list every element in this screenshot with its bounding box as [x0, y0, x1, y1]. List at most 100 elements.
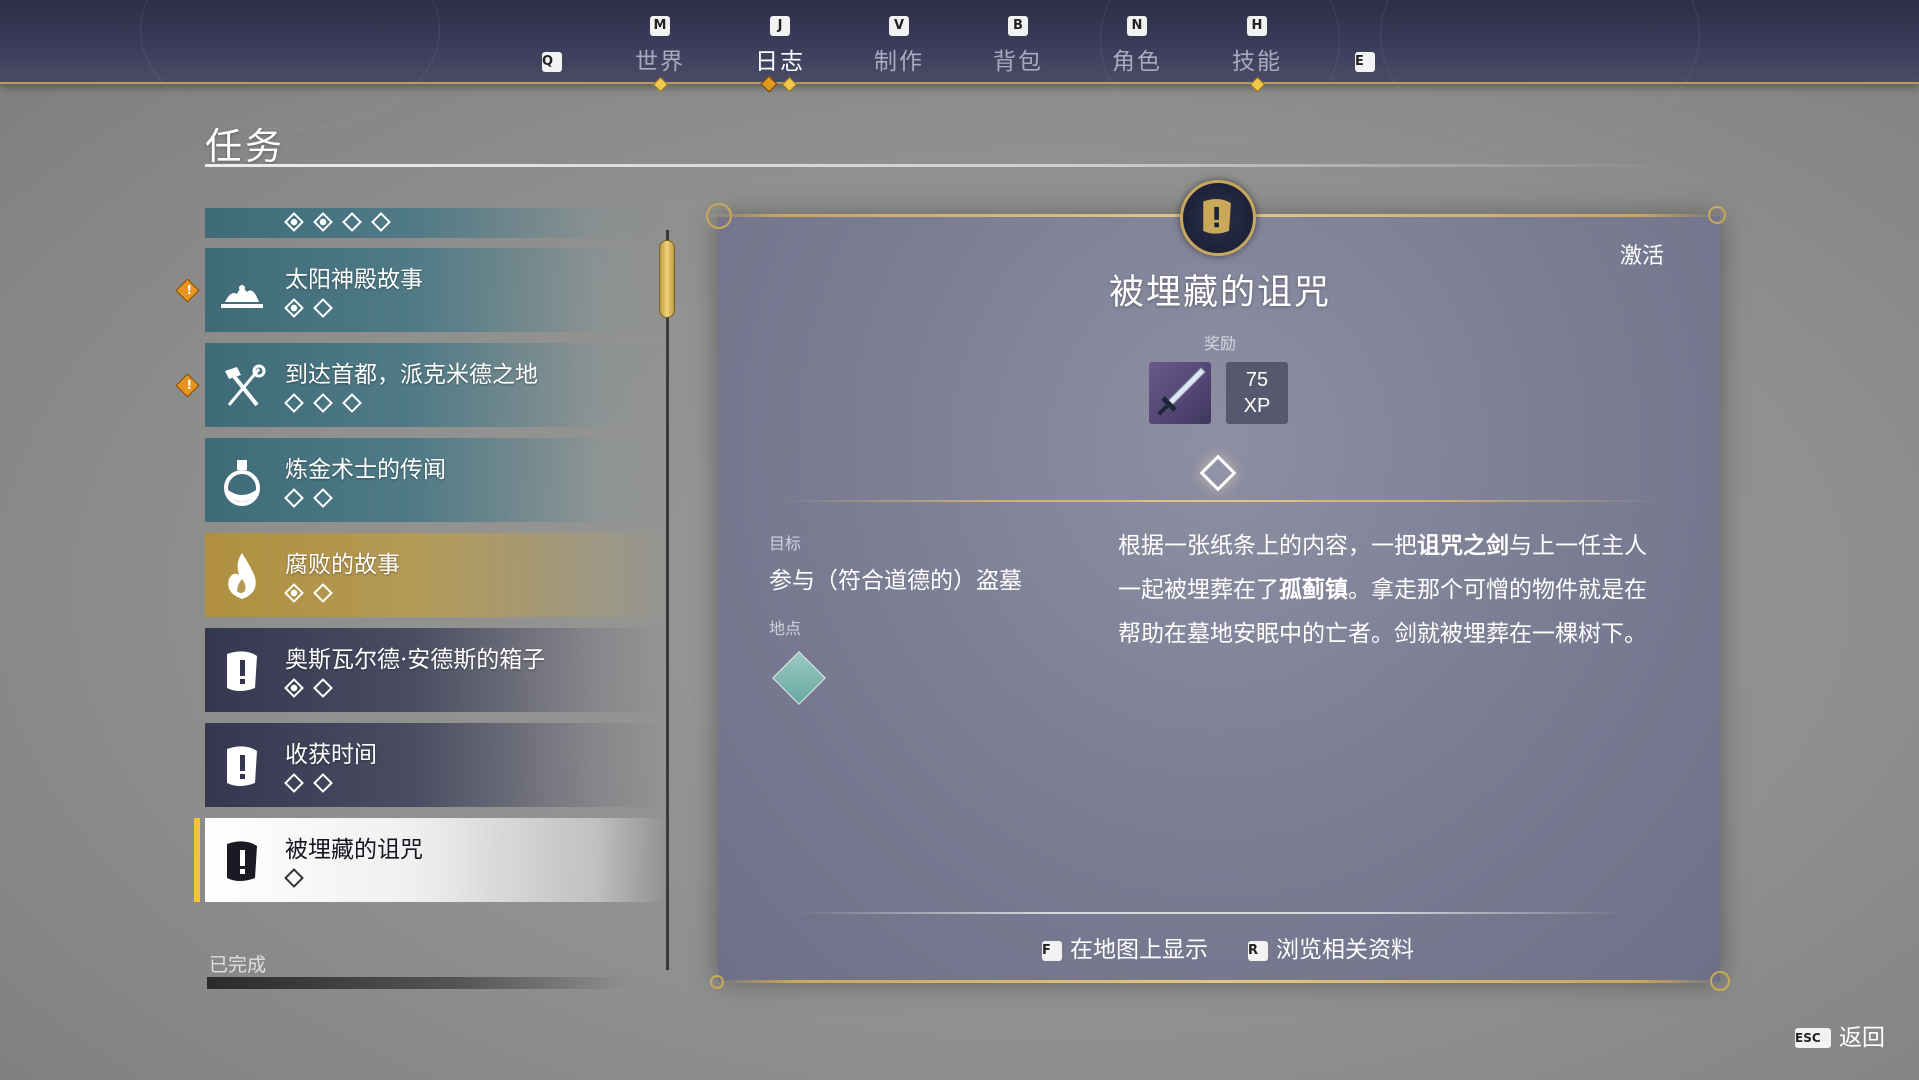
scrollbar-track[interactable] [666, 230, 669, 970]
highlight-item: 诅咒之剑 [1417, 532, 1509, 559]
action-label: 在地图上显示 [1070, 937, 1208, 963]
scroll-alert-icon [227, 841, 257, 881]
objective-diamonds [284, 298, 345, 318]
quest-item-partial[interactable] [205, 208, 665, 238]
quest-item[interactable]: 腐败的故事 [205, 533, 665, 617]
objective-diamonds [284, 488, 345, 508]
quest-name: 收获时间 [285, 742, 377, 768]
objective-diamond-icon [284, 773, 304, 793]
tab-character[interactable]: N 角色 [1092, 14, 1182, 84]
objective-label: 目标 [769, 534, 802, 553]
quest-name: 腐败的故事 [285, 552, 400, 578]
back-label: 返回 [1839, 1025, 1885, 1051]
objective-diamond-icon [342, 393, 362, 413]
objective-diamond-icon [284, 393, 304, 413]
alert-diamond-icon: ! [175, 278, 200, 303]
nav-prev-button[interactable]: Q [542, 50, 562, 72]
objective-diamond-icon [284, 298, 304, 318]
quest-item[interactable]: 炼金术士的传闻 [205, 438, 665, 522]
xp-value: 75 [1245, 369, 1269, 391]
back-button[interactable]: ESC 返回 [1795, 1018, 1885, 1052]
top-nav-bar [0, 0, 1919, 150]
page-title: 任务 [205, 125, 285, 168]
objective-diamonds [284, 678, 345, 698]
temple-icon [221, 285, 263, 308]
tab-key-badge: J [770, 16, 790, 36]
objective-diamond-icon [284, 678, 304, 698]
quest-item[interactable]: 收获时间 [205, 723, 665, 807]
quest-detail-title: 被埋藏的诅咒 [1108, 273, 1331, 313]
scrollbar-thumb[interactable] [659, 240, 675, 318]
objective-diamond-icon [371, 212, 391, 232]
action-label: 浏览相关资料 [1276, 937, 1414, 963]
objective-text: 参与（符合道德的）盗墓 [769, 568, 1022, 594]
objective-diamond-icon [313, 212, 333, 232]
tab-skills[interactable]: H 技能 [1212, 14, 1302, 84]
objective-diamond-icon [313, 583, 333, 603]
selection-indicator [194, 818, 200, 902]
key-esc-badge: ESC [1795, 1028, 1831, 1048]
ornament-knot-icon [1708, 206, 1726, 224]
alert-diamond-icon: ! [175, 373, 200, 398]
key-e-badge: E [1355, 52, 1375, 72]
tab-crafting[interactable]: V 制作 [854, 14, 944, 84]
objective-diamonds [284, 773, 345, 793]
quest-name: 到达首都，派克米德之地 [285, 362, 538, 388]
quest-name: 被埋藏的诅咒 [285, 837, 423, 863]
actions-divider [795, 912, 1625, 914]
ornament-knot-icon [706, 203, 732, 229]
objective-diamonds [284, 212, 403, 232]
browse-lore-button[interactable]: R 浏览相关资料 [1248, 930, 1414, 964]
quest-name: 炼金术士的传闻 [285, 457, 446, 483]
key-r-badge: R [1248, 941, 1268, 961]
quest-name: 太阳神殿故事 [285, 267, 423, 293]
quest-description: 根据一张纸条上的内容，一把诅咒之剑与上一任主人一起被埋葬在了孤蓟镇。拿走那个可憎… [1118, 532, 1647, 647]
scroll-alert-icon [227, 651, 257, 691]
potion-flask-icon [224, 460, 260, 506]
location-label: 地点 [769, 619, 802, 638]
flame-icon [228, 553, 256, 599]
quest-item-selected[interactable]: 被埋藏的诅咒 [194, 818, 665, 902]
objective-diamond-icon [313, 298, 333, 318]
completed-section-header[interactable] [207, 977, 627, 989]
objective-diamond-icon [313, 393, 333, 413]
quest-item[interactable]: 奥斯瓦尔德·安德斯的箱子 [205, 628, 665, 712]
objective-diamond-icon [284, 488, 304, 508]
tab-key-badge: V [889, 16, 909, 36]
tab-label: 制作 [874, 49, 924, 75]
tab-key-badge: H [1247, 16, 1267, 36]
scroll-alert-icon [1203, 199, 1231, 234]
reward-item-slot[interactable] [1149, 362, 1211, 424]
key-q-badge: Q [542, 52, 562, 72]
objective-diamond-icon [284, 212, 304, 232]
tab-world[interactable]: M 世界 [615, 14, 705, 84]
quest-item[interactable]: ! 到达首都，派克米德之地 [175, 343, 665, 427]
objective-diamond-icon [284, 868, 304, 888]
nav-next-button[interactable]: E [1355, 50, 1375, 72]
objective-diamond-icon [284, 583, 304, 603]
tab-key-badge: M [650, 16, 670, 36]
tab-label: 日志 [755, 49, 805, 75]
crossed-tools-icon [225, 364, 266, 407]
tab-label: 世界 [635, 49, 685, 75]
quest-item[interactable]: ! 太阳神殿故事 [175, 248, 665, 332]
tab-inventory[interactable]: B 背包 [973, 14, 1063, 84]
tab-journal[interactable]: J 日志 [735, 14, 825, 84]
tab-label: 角色 [1112, 49, 1162, 75]
ornament-knot-icon [1710, 971, 1730, 991]
decorative-swirl [1380, 0, 1700, 150]
objective-diamond-icon [313, 488, 333, 508]
objective-diamond-icon [313, 678, 333, 698]
objective-diamonds [284, 583, 345, 603]
reward-xp-slot: 75 XP [1226, 362, 1288, 424]
reward-label: 奖励 [1203, 334, 1236, 353]
objective-diamond-icon [342, 212, 362, 232]
tab-label: 技能 [1232, 49, 1282, 75]
show-on-map-button[interactable]: F 在地图上显示 [1042, 930, 1208, 964]
ornament-knot-icon [710, 975, 724, 989]
tab-key-badge: B [1008, 16, 1028, 36]
objective-diamonds [284, 393, 374, 413]
tab-key-badge: N [1127, 16, 1147, 36]
completed-section-label[interactable]: 已完成 [209, 950, 266, 977]
title-divider [205, 164, 1675, 167]
